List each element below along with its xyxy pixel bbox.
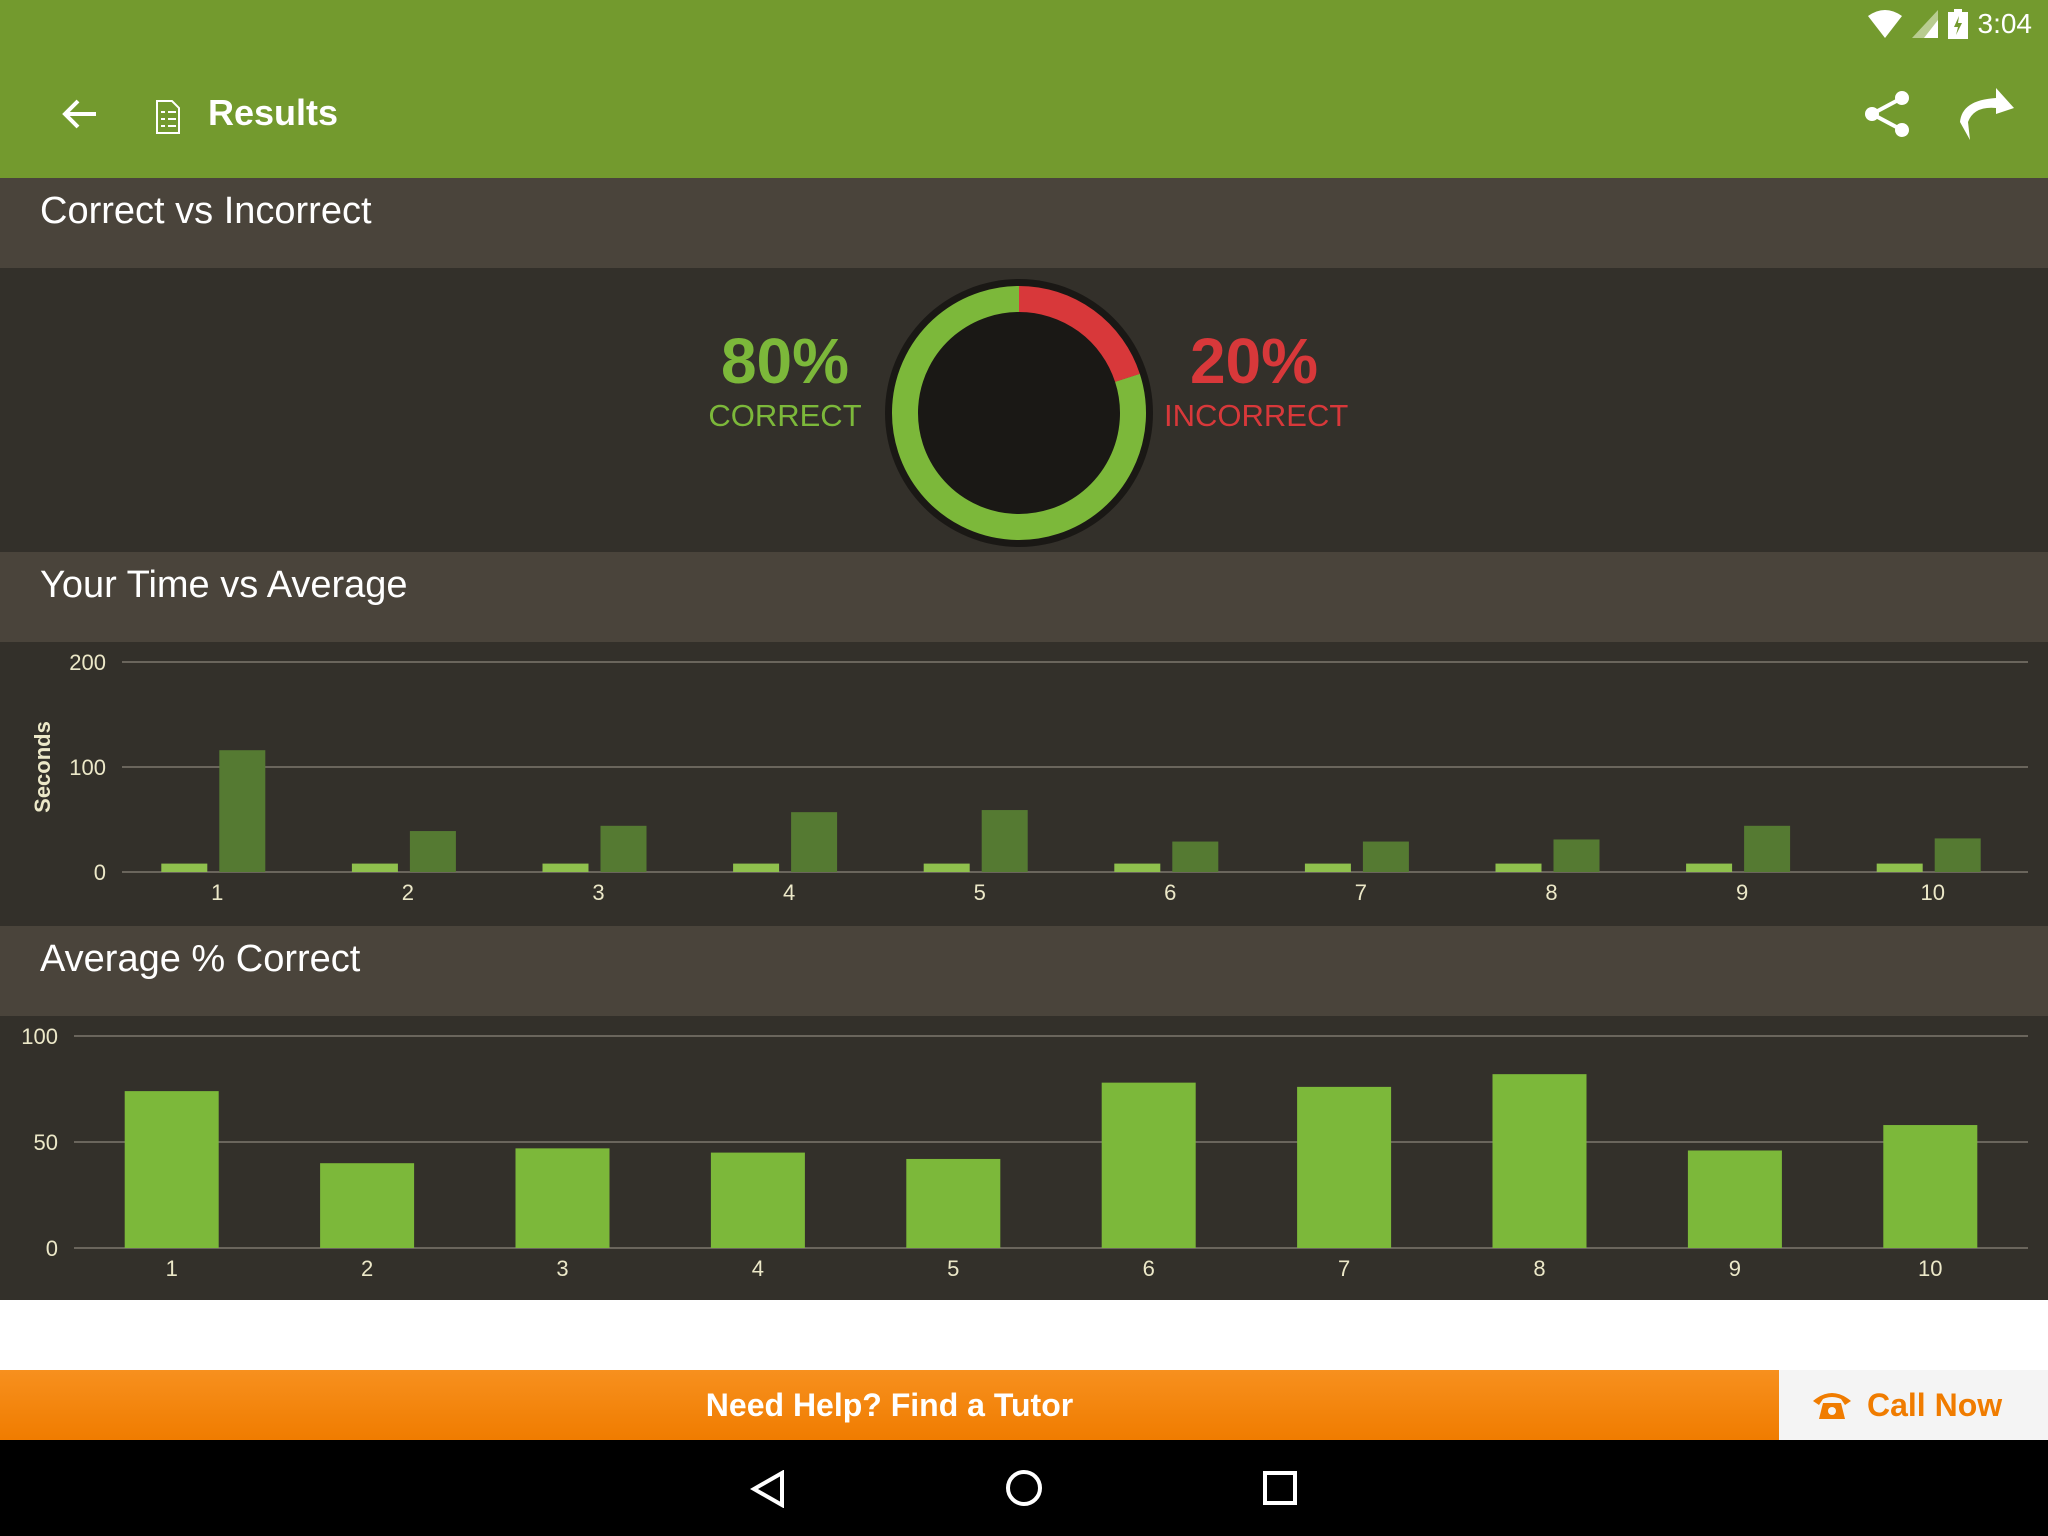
x-tick-label: 7 (1355, 880, 1367, 905)
x-tick-label: 9 (1736, 880, 1748, 905)
navigation-bar (0, 1440, 2048, 1536)
bar (791, 812, 838, 872)
correct-panel: 80% CORRECT 20% INCORRECT (0, 268, 2048, 552)
section-title: Average % Correct (40, 938, 361, 980)
bar (1553, 839, 1600, 872)
avg-panel: 0 50 100 1 2 3 4 5 6 7 8 9 10 (0, 1016, 2048, 1300)
x-tick-label: 9 (1729, 1256, 1741, 1281)
status-time: 3:04 (1977, 8, 2033, 39)
bar (351, 863, 398, 872)
tutor-label: Need Help? Find a Tutor (705, 1387, 1074, 1423)
correct-stat: 80% CORRECT (700, 324, 870, 434)
incorrect-stat: 20% INCORRECT (1164, 324, 1349, 434)
x-tick-label: 3 (592, 880, 604, 905)
x-tick-label: 2 (402, 880, 414, 905)
bar (600, 825, 647, 872)
section-header-time: Your Time vs Average (0, 552, 2048, 642)
bar (1114, 863, 1161, 872)
forward-arrow-icon[interactable] (1956, 88, 2014, 140)
bar (320, 1163, 415, 1248)
bar (1172, 841, 1219, 872)
bar (1744, 825, 1791, 872)
bar (1297, 1086, 1392, 1248)
y-tick-label: 100 (69, 755, 106, 780)
section-header-correct: Correct vs Incorrect (0, 178, 2048, 268)
y-tick-label: 0 (46, 1236, 58, 1261)
x-tick-label: 1 (211, 880, 223, 905)
back-triangle-icon[interactable] (750, 1470, 786, 1508)
bar (1101, 1082, 1196, 1248)
bar (710, 1152, 805, 1248)
status-bar: 3:04 (1867, 8, 2033, 40)
share-icon[interactable] (1864, 90, 1910, 138)
x-tick-label: 6 (1164, 880, 1176, 905)
call-label: Call Now (1867, 1387, 2003, 1423)
bar (981, 810, 1028, 872)
wifi-icon (1867, 10, 1902, 38)
recents-square-icon[interactable] (1263, 1471, 1297, 1505)
page-title: Results (208, 92, 339, 133)
x-tick-label: 2 (361, 1256, 373, 1281)
bar (542, 863, 589, 872)
donut-chart (885, 279, 1153, 547)
bar (515, 1148, 610, 1248)
bar (1876, 863, 1923, 872)
x-tick-label: 1 (166, 1256, 178, 1281)
correct-value: 80% (720, 325, 850, 397)
x-tick-label: 6 (1143, 1256, 1155, 1281)
app-bar: 3:04 Results (0, 0, 2048, 178)
section-title: Your Time vs Average (40, 564, 408, 606)
call-now-button[interactable]: Call Now (1779, 1370, 2048, 1440)
bar (1492, 1074, 1587, 1248)
x-tick-label: 8 (1545, 880, 1557, 905)
incorrect-value: 20% (1189, 325, 1319, 397)
x-tick-label: 7 (1338, 1256, 1350, 1281)
section-header-avg: Average % Correct (0, 926, 2048, 1016)
y-tick-label: 200 (69, 650, 106, 675)
battery-charging-icon (1947, 9, 1968, 39)
phone-icon (1813, 1393, 1851, 1419)
x-tick-label: 8 (1533, 1256, 1545, 1281)
bar (1304, 863, 1351, 872)
section-title: Correct vs Incorrect (40, 190, 372, 232)
x-tick-label: 5 (974, 880, 986, 905)
spacer (0, 1300, 2048, 1370)
signal-icon (1911, 10, 1938, 38)
bar (906, 1158, 1001, 1248)
x-tick-label: 5 (947, 1256, 959, 1281)
bar (219, 750, 266, 872)
bar (923, 863, 970, 872)
y-tick-label: 0 (94, 860, 106, 885)
incorrect-label: INCORRECT (1164, 398, 1349, 433)
bar (124, 1091, 219, 1248)
x-tick-label: 4 (752, 1256, 764, 1281)
y-tick-label: 50 (34, 1130, 58, 1155)
bar (1934, 838, 1981, 872)
find-tutor-button[interactable]: Need Help? Find a Tutor (0, 1370, 1779, 1440)
document-checklist-icon (156, 100, 180, 134)
bar (1883, 1125, 1978, 1248)
time-bar-chart: 0 100 200 Seconds 1 2 3 4 5 6 7 8 9 10 (30, 650, 2028, 905)
bar (1687, 1150, 1782, 1248)
bar (1495, 863, 1542, 872)
bar (733, 863, 780, 872)
bar (1362, 841, 1409, 872)
bar (409, 831, 456, 872)
y-tick-label: 100 (21, 1024, 58, 1049)
back-arrow-icon[interactable] (62, 98, 98, 130)
bar (161, 863, 208, 872)
x-tick-label: 10 (1920, 880, 1944, 905)
bar (1686, 863, 1733, 872)
x-tick-label: 10 (1918, 1256, 1942, 1281)
avg-correct-bar-chart: 0 50 100 1 2 3 4 5 6 7 8 9 10 (21, 1024, 2028, 1281)
time-panel: 0 100 200 Seconds 1 2 3 4 5 6 7 8 9 10 (0, 642, 2048, 926)
x-tick-label: 4 (783, 880, 795, 905)
correct-label: CORRECT (708, 398, 862, 433)
home-circle-icon[interactable] (1005, 1469, 1043, 1507)
y-axis-label: Seconds (30, 721, 55, 813)
x-tick-label: 3 (556, 1256, 568, 1281)
